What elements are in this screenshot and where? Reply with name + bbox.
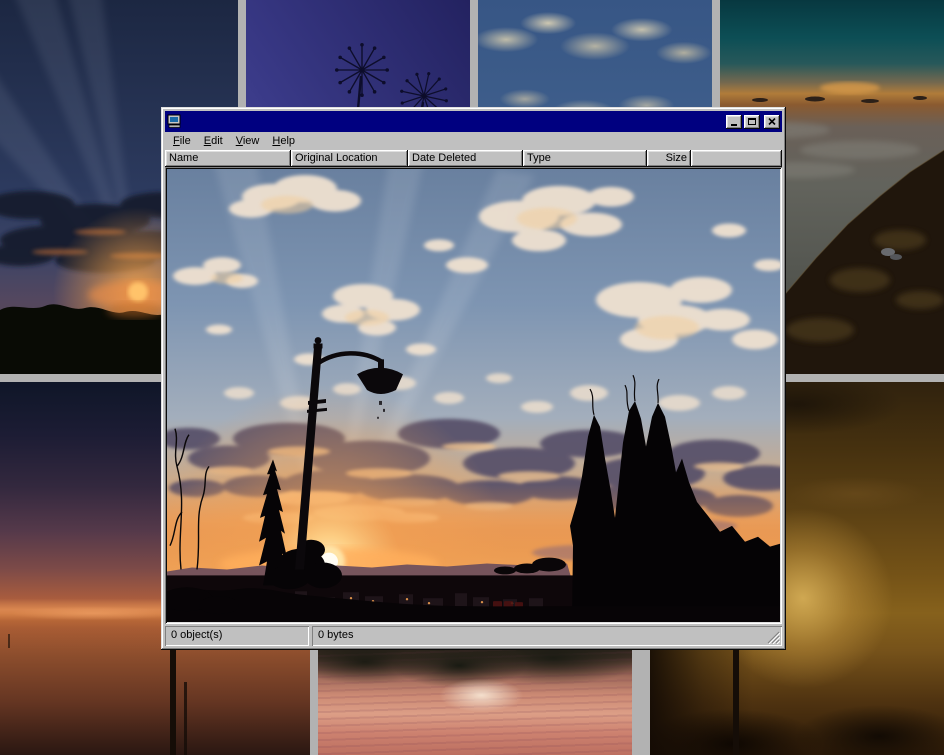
sunset-lamp-photo [167,169,780,622]
minimize-button[interactable] [726,115,742,129]
status-objects: 0 object(s) [165,626,309,646]
status-bytes: 0 bytes [312,626,782,646]
water-post-silhouette [8,634,10,648]
column-header-name[interactable]: Name [165,150,291,167]
computer-icon [167,114,182,129]
maximize-icon [748,118,756,125]
file-list-view[interactable] [165,167,782,624]
column-header-blank[interactable] [691,150,782,167]
lamp-post-silhouette [733,650,739,755]
column-headers: Name Original Location Date Deleted Type… [165,150,782,167]
column-header-size[interactable]: Size [647,150,691,167]
recycle-bin-window: File Edit View Help Name Original Locati… [161,107,786,650]
close-icon [768,118,776,125]
maximize-button[interactable] [744,115,760,129]
water-post-silhouette [170,650,176,755]
resize-grip-icon[interactable] [767,631,780,644]
menu-edit[interactable]: Edit [198,133,230,149]
close-button[interactable] [764,115,780,129]
menu-file[interactable]: File [167,133,198,149]
status-bar: 0 object(s) 0 bytes [165,626,782,646]
minimize-icon [731,124,737,126]
column-header-type[interactable]: Type [523,150,647,167]
titlebar[interactable] [165,111,782,132]
menu-view[interactable]: View [230,133,267,149]
water-post-silhouette [184,682,187,755]
desktop: File Edit View Help Name Original Locati… [0,0,944,755]
menu-bar: File Edit View Help [165,132,782,150]
column-header-original-location[interactable]: Original Location [291,150,408,167]
column-header-date-deleted[interactable]: Date Deleted [408,150,523,167]
menu-help[interactable]: Help [266,133,302,149]
